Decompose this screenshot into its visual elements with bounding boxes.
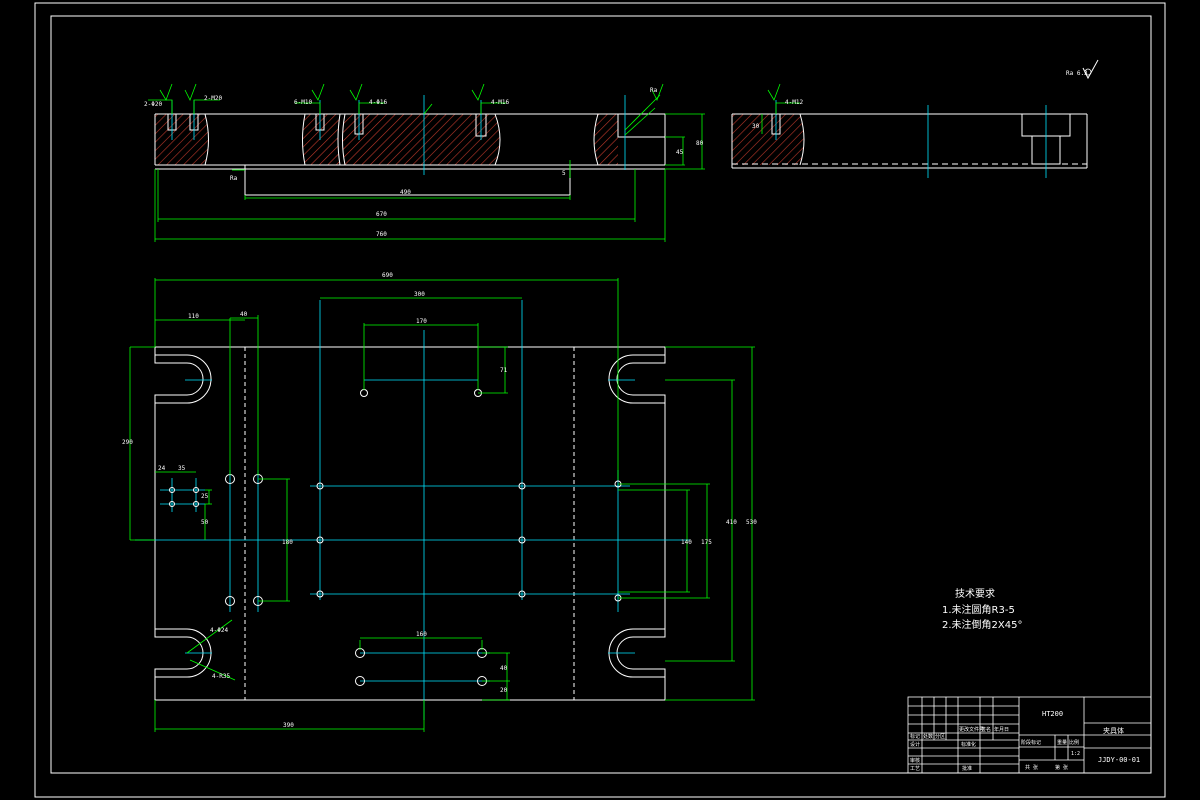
dim-410: 410 <box>726 519 737 526</box>
callout-ra-2: Ra <box>230 175 238 182</box>
dim-140: 140 <box>681 539 692 546</box>
dim-5: 5 <box>562 170 566 177</box>
tb-label-weight: 重量 <box>1057 739 1067 746</box>
tb-label-date: 年月日 <box>994 726 1009 733</box>
dim-530: 530 <box>746 519 757 526</box>
callout-6-m10: 6-M10 <box>294 99 312 106</box>
callout-2-m20: 2-M20 <box>204 95 222 102</box>
tb-label-stage: 阶段标记 <box>1021 739 1041 746</box>
tb-label-std: 标准化 <box>961 741 976 748</box>
callout-2-phi20: 2-Φ20 <box>144 101 162 108</box>
tb-label-design: 设计 <box>910 741 920 748</box>
tb-label-sheet-no: 第 张 <box>1055 764 1068 771</box>
callout-4-r35: 4-R35 <box>212 673 230 680</box>
tb-scale: 1:2 <box>1071 751 1080 757</box>
dim-20: 20 <box>500 687 508 694</box>
side-view: 4-M12 30 <box>731 83 1088 178</box>
dim-175: 175 <box>701 539 712 546</box>
dim-690: 690 <box>382 272 393 279</box>
callout-4-m16: 4-M16 <box>491 99 509 106</box>
dim-40b: 40 <box>500 665 508 672</box>
dim-71: 71 <box>500 367 508 374</box>
dim-390: 390 <box>283 722 294 729</box>
tb-label-process: 工艺 <box>910 766 920 772</box>
dim-160: 160 <box>416 631 427 638</box>
tb-material: HT200 <box>1042 710 1063 718</box>
dim-80: 80 <box>696 140 704 147</box>
dim-170: 170 <box>416 318 427 325</box>
dim-110: 110 <box>188 313 199 320</box>
dim-490: 490 <box>400 189 411 196</box>
dim-45: 45 <box>676 149 684 156</box>
tech-req-item-1: 1.未注圆角R3-5 <box>942 603 1015 616</box>
technical-requirements: 技术要求 1.未注圆角R3-5 2.未注倒角2X45° <box>942 587 1022 631</box>
tb-part-name: 夹具体 <box>1103 726 1124 735</box>
tb-label-approve: 批准 <box>962 765 972 772</box>
dim-670: 670 <box>376 211 387 218</box>
dim-50: 50 <box>201 519 209 526</box>
callout-4-phi16: 4-Φ16 <box>369 99 387 106</box>
plan-outline <box>154 346 666 701</box>
dim-40: 40 <box>240 311 248 318</box>
callout-4-phi24: 4-Φ24 <box>210 627 228 634</box>
tech-req-title: 技术要求 <box>955 587 995 600</box>
tb-label-mark: 标记 <box>910 733 920 740</box>
dim-25: 25 <box>201 493 209 500</box>
section-view: 490 670 760 45 80 5 2-Φ20 2-M20 6-M10 4-… <box>144 83 705 242</box>
roughness-symbol-icon: Ra 6.3 <box>1066 59 1099 80</box>
cad-drawing: Ra 6.3 490 670 760 45 80 5 2-Φ20 2-M20 6… <box>34 2 1166 798</box>
dim-35: 35 <box>178 465 186 472</box>
tb-label-count: 处数 <box>923 733 933 740</box>
section-hatch <box>155 114 618 165</box>
tb-label-total-sheets: 共 张 <box>1025 764 1038 771</box>
dim-760: 760 <box>376 231 387 238</box>
dim-180: 180 <box>282 539 293 546</box>
tb-label-ratio: 比例 <box>1069 739 1079 746</box>
tech-req-item-2: 2.未注倒角2X45° <box>942 618 1022 631</box>
title-block: HT200 夹具体 JJDY-00-01 1:2 标记 处数 分区 更改文件号 … <box>907 696 1152 774</box>
callout-ra-1: Ra <box>650 87 658 94</box>
plan-view: 690 300 170 110 40 71 290 24 35 25 50 18… <box>122 272 757 732</box>
tb-label-sign: 签名 <box>981 726 991 733</box>
tb-label-review: 审核 <box>910 757 920 764</box>
dim-300: 300 <box>414 291 425 298</box>
side-dim-30: 30 <box>752 123 760 130</box>
dim-24: 24 <box>158 465 166 472</box>
dim-290: 290 <box>122 439 133 446</box>
tb-drawing-number: JJDY-00-01 <box>1098 756 1140 764</box>
side-callout-4-m12: 4-M12 <box>785 99 803 106</box>
tb-label-zone: 分区 <box>935 733 945 740</box>
